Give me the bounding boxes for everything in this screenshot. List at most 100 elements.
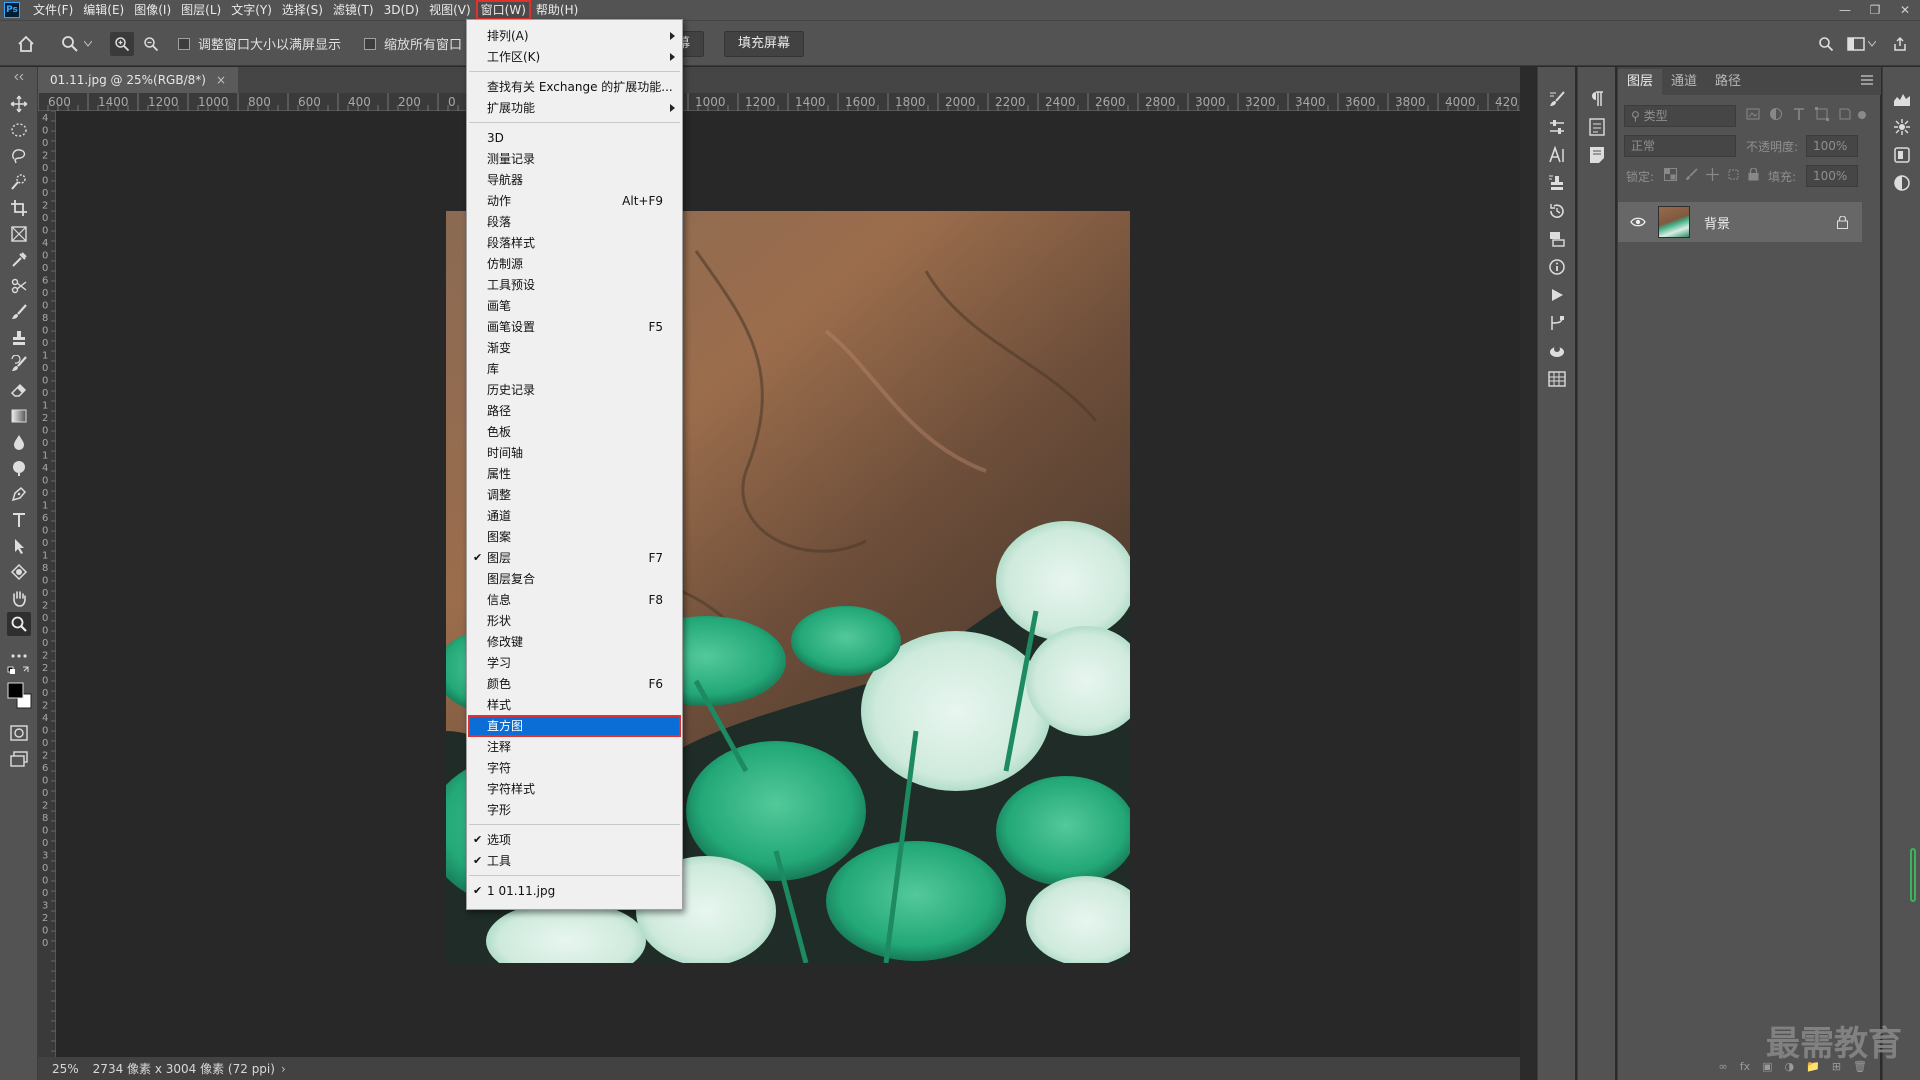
hand-tool-icon[interactable] bbox=[7, 586, 31, 610]
minimize-button[interactable]: — bbox=[1830, 0, 1860, 20]
libraries-panel-icon[interactable] bbox=[1892, 145, 1912, 165]
share-icon[interactable] bbox=[1888, 32, 1912, 56]
lock-all-icon[interactable] bbox=[1748, 168, 1759, 181]
link-layers-icon[interactable]: ∞ bbox=[1719, 1060, 1728, 1073]
window-menu-item[interactable]: 仿制源 bbox=[469, 254, 680, 274]
lock-artboard-icon[interactable] bbox=[1727, 168, 1740, 181]
swap-colors-icon[interactable] bbox=[7, 664, 31, 678]
window-menu-item[interactable]: 画笔 bbox=[469, 296, 680, 316]
window-menu-item[interactable]: 字形 bbox=[469, 800, 680, 820]
window-menu-item[interactable]: 属性 bbox=[469, 464, 680, 484]
window-menu-item[interactable]: 时间轴 bbox=[469, 443, 680, 463]
layer-lock-icon[interactable] bbox=[1837, 215, 1848, 229]
quick-mask-icon[interactable] bbox=[7, 721, 31, 745]
paragraph-panel-icon[interactable] bbox=[1587, 89, 1607, 109]
info-panel-icon[interactable] bbox=[1547, 257, 1567, 277]
filter-pixel-icon[interactable] bbox=[1746, 107, 1760, 121]
window-menu-item[interactable]: 形状 bbox=[469, 611, 680, 631]
window-menu-item[interactable]: 导航器 bbox=[469, 170, 680, 190]
zoom-out-icon[interactable] bbox=[139, 32, 163, 56]
adjustments-panel-icon[interactable] bbox=[1547, 117, 1567, 137]
histogram-panel-icon[interactable] bbox=[1892, 89, 1912, 109]
actions-panel-icon[interactable] bbox=[1547, 285, 1567, 305]
shape-tool-icon[interactable] bbox=[7, 560, 31, 584]
window-menu-item[interactable]: 图层复合 bbox=[469, 569, 680, 589]
filter-adjustment-icon[interactable] bbox=[1769, 107, 1783, 121]
menu-5[interactable]: 选择(S) bbox=[277, 0, 328, 20]
workspace-icon[interactable] bbox=[1844, 32, 1868, 56]
menu-7[interactable]: 3D(D) bbox=[379, 0, 424, 20]
layer-filter-select[interactable]: ⚲ 类型 bbox=[1624, 105, 1736, 127]
window-menu-item[interactable]: 工作区(K) bbox=[469, 47, 680, 67]
move-tool-icon[interactable] bbox=[7, 92, 31, 116]
menu-1[interactable]: 编辑(E) bbox=[78, 0, 129, 20]
window-menu-item[interactable]: 历史记录 bbox=[469, 380, 680, 400]
zoom-all-windows-checkbox[interactable] bbox=[364, 37, 376, 50]
tab-paths[interactable]: 路径 bbox=[1706, 69, 1750, 95]
menu-6[interactable]: 滤镜(T) bbox=[328, 0, 379, 20]
panel-scroll-indicator[interactable] bbox=[1910, 848, 1916, 902]
opacity-input[interactable]: 100% bbox=[1806, 135, 1858, 157]
window-menu-item[interactable]: ✔ 工具 bbox=[469, 851, 680, 871]
window-menu-item[interactable]: 注释 bbox=[469, 737, 680, 757]
window-menu-item[interactable]: 颜色 F6 bbox=[469, 674, 680, 694]
resize-windows-checkbox[interactable] bbox=[178, 37, 190, 50]
eyedropper-tool-icon[interactable] bbox=[7, 248, 31, 272]
window-menu-item[interactable]: ✔ 1 01.11.jpg bbox=[469, 881, 680, 901]
type-tool-icon[interactable] bbox=[7, 508, 31, 532]
color-panel-icon[interactable] bbox=[1892, 173, 1912, 193]
window-menu-item[interactable]: ✔ 图层 F7 bbox=[469, 548, 680, 568]
zoom-tool-active-icon[interactable] bbox=[7, 612, 31, 636]
menu-3[interactable]: 图层(L) bbox=[176, 0, 226, 20]
window-menu-item[interactable]: 调整 bbox=[469, 485, 680, 505]
window-menu-item[interactable]: 图案 bbox=[469, 527, 680, 547]
quick-selection-tool-icon[interactable] bbox=[7, 170, 31, 194]
window-menu-item[interactable]: 字符 bbox=[469, 758, 680, 778]
window-menu-item[interactable]: 路径 bbox=[469, 401, 680, 421]
lasso-tool-icon[interactable] bbox=[7, 144, 31, 168]
pen-tool-icon[interactable] bbox=[7, 482, 31, 506]
properties-panel-icon[interactable] bbox=[1587, 117, 1607, 137]
layer-style-icon[interactable]: fx bbox=[1740, 1060, 1750, 1073]
history-brush-tool-icon[interactable] bbox=[7, 352, 31, 376]
navigator-panel-icon[interactable] bbox=[1892, 117, 1912, 137]
history-panel-icon[interactable] bbox=[1547, 201, 1567, 221]
clone-source-panel-icon[interactable] bbox=[1547, 173, 1567, 193]
document-tab[interactable]: 01.11.jpg @ 25%(RGB/8*) × bbox=[38, 67, 239, 93]
clone-stamp-tool-icon[interactable] bbox=[7, 326, 31, 350]
menu-8[interactable]: 视图(V) bbox=[424, 0, 476, 20]
window-menu-item[interactable]: 学习 bbox=[469, 653, 680, 673]
lock-position-icon[interactable] bbox=[1706, 168, 1719, 181]
blend-mode-select[interactable]: 正常 bbox=[1624, 135, 1736, 157]
dodge-tool-icon[interactable] bbox=[7, 456, 31, 480]
frame-tool-icon[interactable] bbox=[7, 222, 31, 246]
window-menu-item[interactable]: 排列(A) bbox=[469, 26, 680, 46]
close-tab-icon[interactable]: × bbox=[216, 73, 226, 87]
filter-smart-object-icon[interactable] bbox=[1838, 107, 1852, 121]
search-icon[interactable] bbox=[1814, 32, 1838, 56]
eraser-tool-icon[interactable] bbox=[7, 378, 31, 402]
lock-transparent-pixels-icon[interactable] bbox=[1664, 168, 1677, 181]
visibility-eye-icon[interactable] bbox=[1630, 217, 1646, 227]
zoom-all-windows-option[interactable]: 缩放所有窗口 bbox=[364, 34, 462, 53]
window-menu-item[interactable]: 信息 F8 bbox=[469, 590, 680, 610]
window-menu-item[interactable]: 字符样式 bbox=[469, 779, 680, 799]
window-menu-item[interactable]: 查找有关 Exchange 的扩展功能... bbox=[469, 77, 680, 97]
paths-panel-icon[interactable] bbox=[1547, 313, 1567, 333]
menu-9[interactable]: 窗口(W) bbox=[475, 0, 531, 20]
resize-windows-option[interactable]: 调整窗口大小以满屏显示 bbox=[178, 34, 341, 53]
window-menu-item[interactable]: 通道 bbox=[469, 506, 680, 526]
workspace-dropdown-icon[interactable] bbox=[1866, 32, 1878, 56]
window-menu-item[interactable]: 色板 bbox=[469, 422, 680, 442]
3d-panel-icon[interactable] bbox=[1547, 341, 1567, 361]
window-menu-item[interactable]: 样式 bbox=[469, 695, 680, 715]
layer-comps-panel-icon[interactable] bbox=[1547, 229, 1567, 249]
close-button[interactable]: ✕ bbox=[1890, 0, 1920, 20]
window-menu-item[interactable]: 扩展功能 bbox=[469, 98, 680, 118]
status-expand-icon[interactable]: › bbox=[281, 1062, 286, 1076]
color-swatches-icon[interactable] bbox=[7, 681, 33, 711]
screen-mode-icon[interactable] bbox=[7, 747, 31, 771]
window-menu-item[interactable]: 段落 bbox=[469, 212, 680, 232]
table-panel-icon[interactable] bbox=[1547, 369, 1567, 389]
filter-type-icon[interactable] bbox=[1792, 107, 1806, 121]
